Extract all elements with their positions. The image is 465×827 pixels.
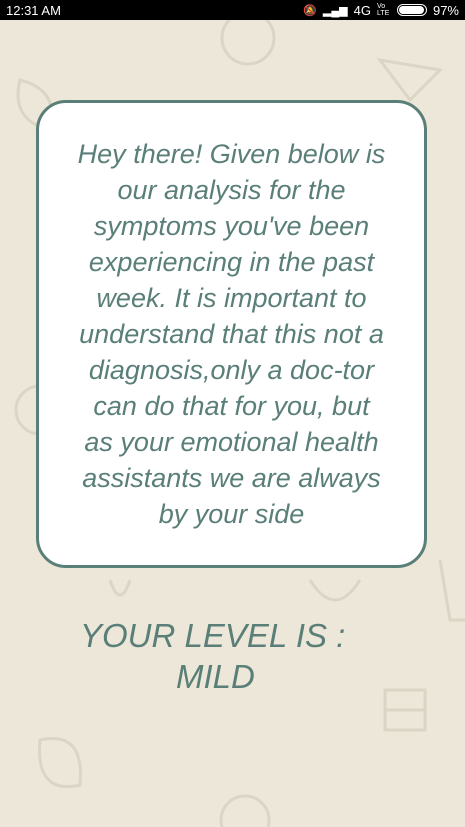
leaf-icon-2 [38, 737, 82, 788]
status-icons: 🔕 ▂▄▆ 4G Vo LTE 97% [303, 3, 459, 18]
status-bar: 12:31 AM 🔕 ▂▄▆ 4G Vo LTE 97% [0, 0, 465, 20]
level-heading: YOUR LEVEL IS : [80, 617, 346, 654]
signal-icon: ▂▄▆ [322, 4, 348, 17]
mute-icon: 🔕 [303, 4, 317, 17]
battery-icon [396, 4, 427, 16]
level-value: MILD [176, 658, 255, 695]
battery-percent: 97% [432, 2, 459, 18]
pizza-icon-2 [219, 794, 271, 827]
network-type: 4G [353, 2, 371, 18]
bowl-icon [308, 579, 362, 602]
status-time: 12:31 AM [6, 2, 61, 18]
glass-icon [438, 559, 465, 622]
cake-icon-2 [383, 688, 427, 732]
bulb-icon [108, 579, 132, 597]
message-card: Hey there! Given below is our analysis f… [36, 100, 427, 568]
pizza-icon [220, 20, 276, 66]
message-text: Hey there! Given below is our analysis f… [77, 139, 386, 529]
volte-icon: Vo LTE [376, 3, 390, 17]
cake-icon [376, 57, 444, 103]
